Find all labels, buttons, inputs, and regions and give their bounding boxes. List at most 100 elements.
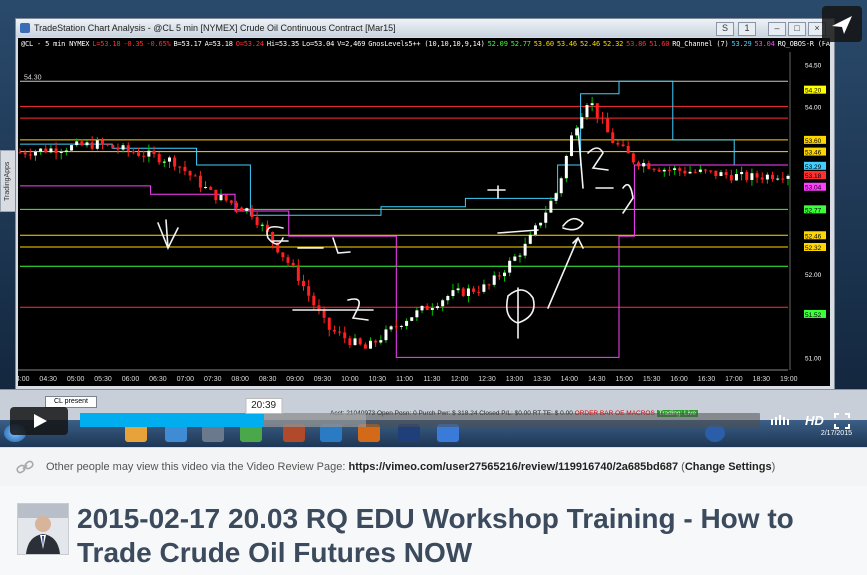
- candle-body: [399, 325, 403, 327]
- candle-body: [178, 166, 182, 168]
- window-title: TradeStation Chart Analysis - @CL 5 min …: [34, 23, 396, 33]
- candle-body: [111, 144, 115, 149]
- status-item-2: -0.35: [123, 40, 144, 48]
- symbol-s-icon[interactable]: S: [716, 22, 734, 36]
- x-tick-label: 04:30: [39, 376, 57, 383]
- hd-toggle[interactable]: HD: [805, 413, 824, 428]
- candle-body: [544, 212, 548, 223]
- candle-body: [291, 262, 295, 266]
- review-url-link[interactable]: https://vimeo.com/user27565216/review/11…: [348, 461, 678, 473]
- trading-apps-tab[interactable]: TradingApps: [0, 150, 16, 212]
- y-tick-label: 53.46: [805, 150, 822, 157]
- candle-body: [234, 202, 238, 208]
- status-item-4: B=53.17: [173, 40, 202, 48]
- candle-body: [755, 173, 759, 178]
- play-button[interactable]: [10, 407, 68, 435]
- candle-body: [487, 284, 491, 286]
- avatar[interactable]: [17, 503, 69, 555]
- candle-body: [363, 344, 367, 349]
- x-tick-label: 09:30: [314, 376, 332, 383]
- candle-body: [332, 329, 336, 332]
- maximize-icon[interactable]: □: [788, 22, 806, 36]
- candle-body: [188, 171, 192, 176]
- candle-body: [472, 288, 476, 292]
- candle-body: [446, 295, 450, 301]
- candle-body: [142, 155, 146, 157]
- price-chart[interactable]: 54.30 04:00 04:30 05:00 05:30 06:00 06:30 07:00…: [18, 38, 830, 386]
- x-tick-label: 06:00: [122, 376, 140, 383]
- status-item-16: 52.32: [603, 40, 624, 48]
- candle-body: [80, 141, 84, 146]
- status-item-12: 52.77: [510, 40, 531, 48]
- candle-body: [497, 275, 501, 277]
- video-progress-bar[interactable]: [80, 413, 760, 427]
- volume-icon[interactable]: [770, 414, 792, 428]
- candle-body: [430, 308, 434, 310]
- candle-body: [425, 305, 429, 310]
- status-item-19: RQ_Channel (7): [672, 40, 729, 48]
- review-note-prefix: Other people may view this video via the…: [46, 461, 349, 473]
- candle-body: [683, 170, 687, 174]
- candle-body: [456, 288, 460, 291]
- candle-body: [570, 135, 574, 156]
- candle-body: [126, 145, 130, 151]
- candle-body: [18, 152, 22, 154]
- candle-body: [528, 234, 532, 244]
- candle-body: [394, 326, 398, 328]
- candle-body: [219, 194, 223, 201]
- candle-body: [626, 145, 630, 154]
- candle-body: [765, 174, 769, 180]
- candle-body: [70, 145, 74, 151]
- x-tick-label: 05:00: [67, 376, 85, 383]
- candle-body: [322, 310, 326, 318]
- candle-body: [637, 162, 641, 167]
- x-tick-label: 12:00: [451, 376, 469, 383]
- x-tick-label: 13:00: [506, 376, 524, 383]
- candle-body: [781, 178, 785, 180]
- candle-body: [348, 338, 352, 346]
- x-tick-label: 10:00: [341, 376, 359, 383]
- share-send-icon[interactable]: [822, 6, 862, 42]
- candle-body: [698, 169, 702, 172]
- candle-body: [384, 329, 388, 341]
- fullscreen-icon[interactable]: [834, 413, 850, 429]
- candle-body: [704, 169, 708, 171]
- candle-body: [508, 260, 512, 273]
- change-settings-link[interactable]: Change Settings: [685, 461, 772, 473]
- x-tick-label: 08:00: [231, 376, 249, 383]
- video-player[interactable]: TradingApps TradeStation Chart Analysis …: [0, 0, 867, 447]
- candle-body: [28, 154, 32, 156]
- candle-body: [204, 187, 208, 189]
- paren-open: (: [678, 461, 685, 473]
- status-item-5: A=53.18: [204, 40, 233, 48]
- candle-body: [513, 256, 517, 261]
- candle-body: [343, 332, 347, 339]
- status-item-11: 52.09: [487, 40, 508, 48]
- candle-body: [64, 150, 68, 152]
- x-tick-label: 11:30: [423, 376, 440, 383]
- y-tick-label: 51.00: [805, 355, 822, 362]
- candle-body: [451, 290, 455, 296]
- x-tick-label: 14:00: [561, 376, 579, 383]
- candle-body: [461, 288, 465, 296]
- candle-body: [33, 151, 37, 156]
- candle-body: [121, 145, 125, 150]
- candle-body: [312, 295, 316, 306]
- candle-body: [106, 144, 110, 146]
- candle-body: [379, 340, 383, 343]
- link-menu-icon[interactable]: 1: [738, 22, 756, 36]
- candle-body: [420, 305, 424, 311]
- status-item-20: 53.29: [731, 40, 752, 48]
- candle-body: [389, 326, 393, 330]
- candle-body: [260, 224, 264, 226]
- candle-body: [776, 178, 780, 180]
- candle-body: [554, 193, 558, 201]
- candle-body: [657, 169, 661, 172]
- x-tick-label: 11:00: [396, 376, 413, 383]
- candle-body: [353, 338, 357, 346]
- x-tick-label: 19:00: [780, 376, 798, 383]
- minimize-icon[interactable]: –: [768, 22, 786, 36]
- candle-body: [90, 142, 94, 149]
- y-tick-label: 54.50: [805, 63, 822, 70]
- status-item-1: L=53.18: [92, 40, 121, 48]
